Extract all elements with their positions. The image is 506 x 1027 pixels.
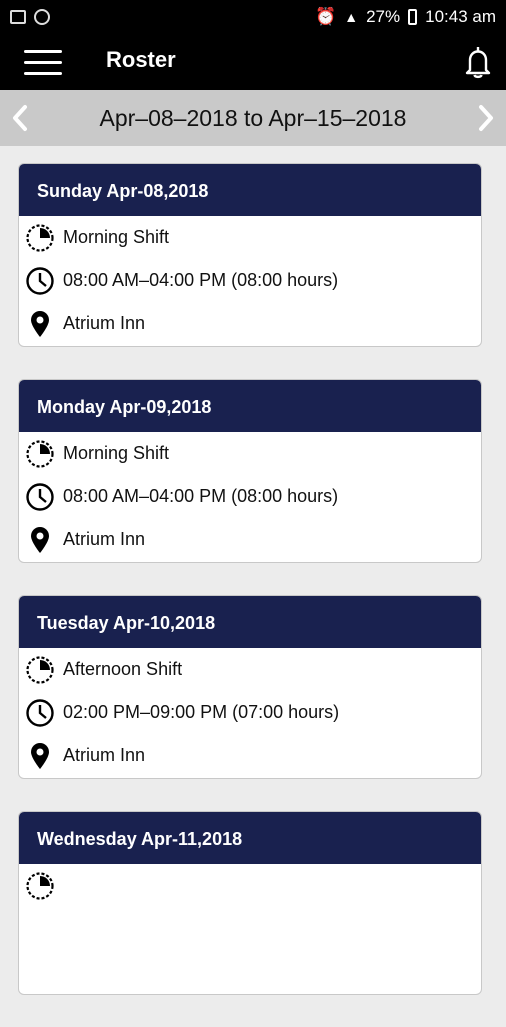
shift-row — [19, 864, 481, 907]
date-range-label: Apr–08–2018 to Apr–15–2018 — [99, 104, 407, 131]
app-bar: Roster — [0, 34, 506, 90]
shift-name: Afternoon Shift — [63, 659, 183, 679]
location-pin-icon — [25, 525, 55, 555]
shift-name: Morning Shift — [63, 227, 170, 247]
hamburger-icon[interactable] — [24, 44, 62, 80]
roster-list: Sunday Apr-08,2018 Morning Shift 08:00 A… — [18, 163, 482, 1027]
roster-card[interactable]: Tuesday Apr-10,2018 Afternoon Shift 02:0… — [18, 595, 482, 779]
roster-card[interactable]: Wednesday Apr-11,2018 — [18, 811, 482, 995]
shift-row: Afternoon Shift — [19, 648, 481, 691]
roster-card-date: Wednesday Apr-11,2018 — [19, 812, 481, 864]
shift-location: Atrium Inn — [63, 313, 146, 333]
clock-icon — [25, 266, 55, 296]
shift-row: Morning Shift — [19, 216, 481, 259]
shift-clock-icon — [25, 655, 55, 685]
shift-location: Atrium Inn — [63, 529, 146, 549]
chevron-left-icon[interactable] — [0, 90, 40, 146]
gallery-notification-icon — [10, 10, 26, 24]
clock-time: 10:43 am — [425, 7, 496, 26]
time-row: 02:00 PM–09:00 PM (07:00 hours) — [19, 691, 481, 734]
status-bar: ⏰ ▲ 27% 10:43 am — [0, 0, 506, 34]
battery-icon — [408, 9, 418, 25]
location-row: Atrium Inn — [19, 518, 481, 561]
roster-card-date: Monday Apr-09,2018 — [19, 380, 481, 432]
clock-icon — [25, 698, 55, 728]
alarm-icon: ⏰ — [315, 7, 337, 26]
page-title: Roster — [106, 47, 176, 72]
location-row: Atrium Inn — [19, 734, 481, 777]
shift-clock-icon — [25, 871, 55, 901]
roster-card-date: Tuesday Apr-10,2018 — [19, 596, 481, 648]
shift-clock-icon — [25, 439, 55, 469]
signal-icon: ▲ — [344, 9, 359, 25]
shift-name: Morning Shift — [63, 443, 170, 463]
roster-card[interactable]: Sunday Apr-08,2018 Morning Shift 08:00 A… — [18, 163, 482, 347]
time-row: 08:00 AM–04:00 PM (08:00 hours) — [19, 259, 481, 302]
roster-card-date: Sunday Apr-08,2018 — [19, 164, 481, 216]
shift-time: 08:00 AM–04:00 PM (08:00 hours) — [63, 486, 339, 506]
clock-icon — [25, 482, 55, 512]
shift-location: Atrium Inn — [63, 745, 146, 765]
roster-card[interactable]: Monday Apr-09,2018 Morning Shift 08:00 A… — [18, 379, 482, 563]
time-row: 08:00 AM–04:00 PM (08:00 hours) — [19, 475, 481, 518]
shift-time: 08:00 AM–04:00 PM (08:00 hours) — [63, 270, 339, 290]
app-notification-icon — [34, 9, 50, 25]
chevron-right-icon[interactable] — [466, 90, 506, 146]
shift-clock-icon — [25, 223, 55, 253]
date-range-bar: Apr–08–2018 to Apr–15–2018 — [0, 90, 506, 146]
battery-level: 27% — [366, 7, 401, 26]
shift-row: Morning Shift — [19, 432, 481, 475]
bell-icon[interactable] — [458, 42, 498, 82]
shift-time: 02:00 PM–09:00 PM (07:00 hours) — [63, 702, 340, 722]
location-pin-icon — [25, 309, 55, 339]
location-row: Atrium Inn — [19, 302, 481, 345]
location-pin-icon — [25, 741, 55, 771]
